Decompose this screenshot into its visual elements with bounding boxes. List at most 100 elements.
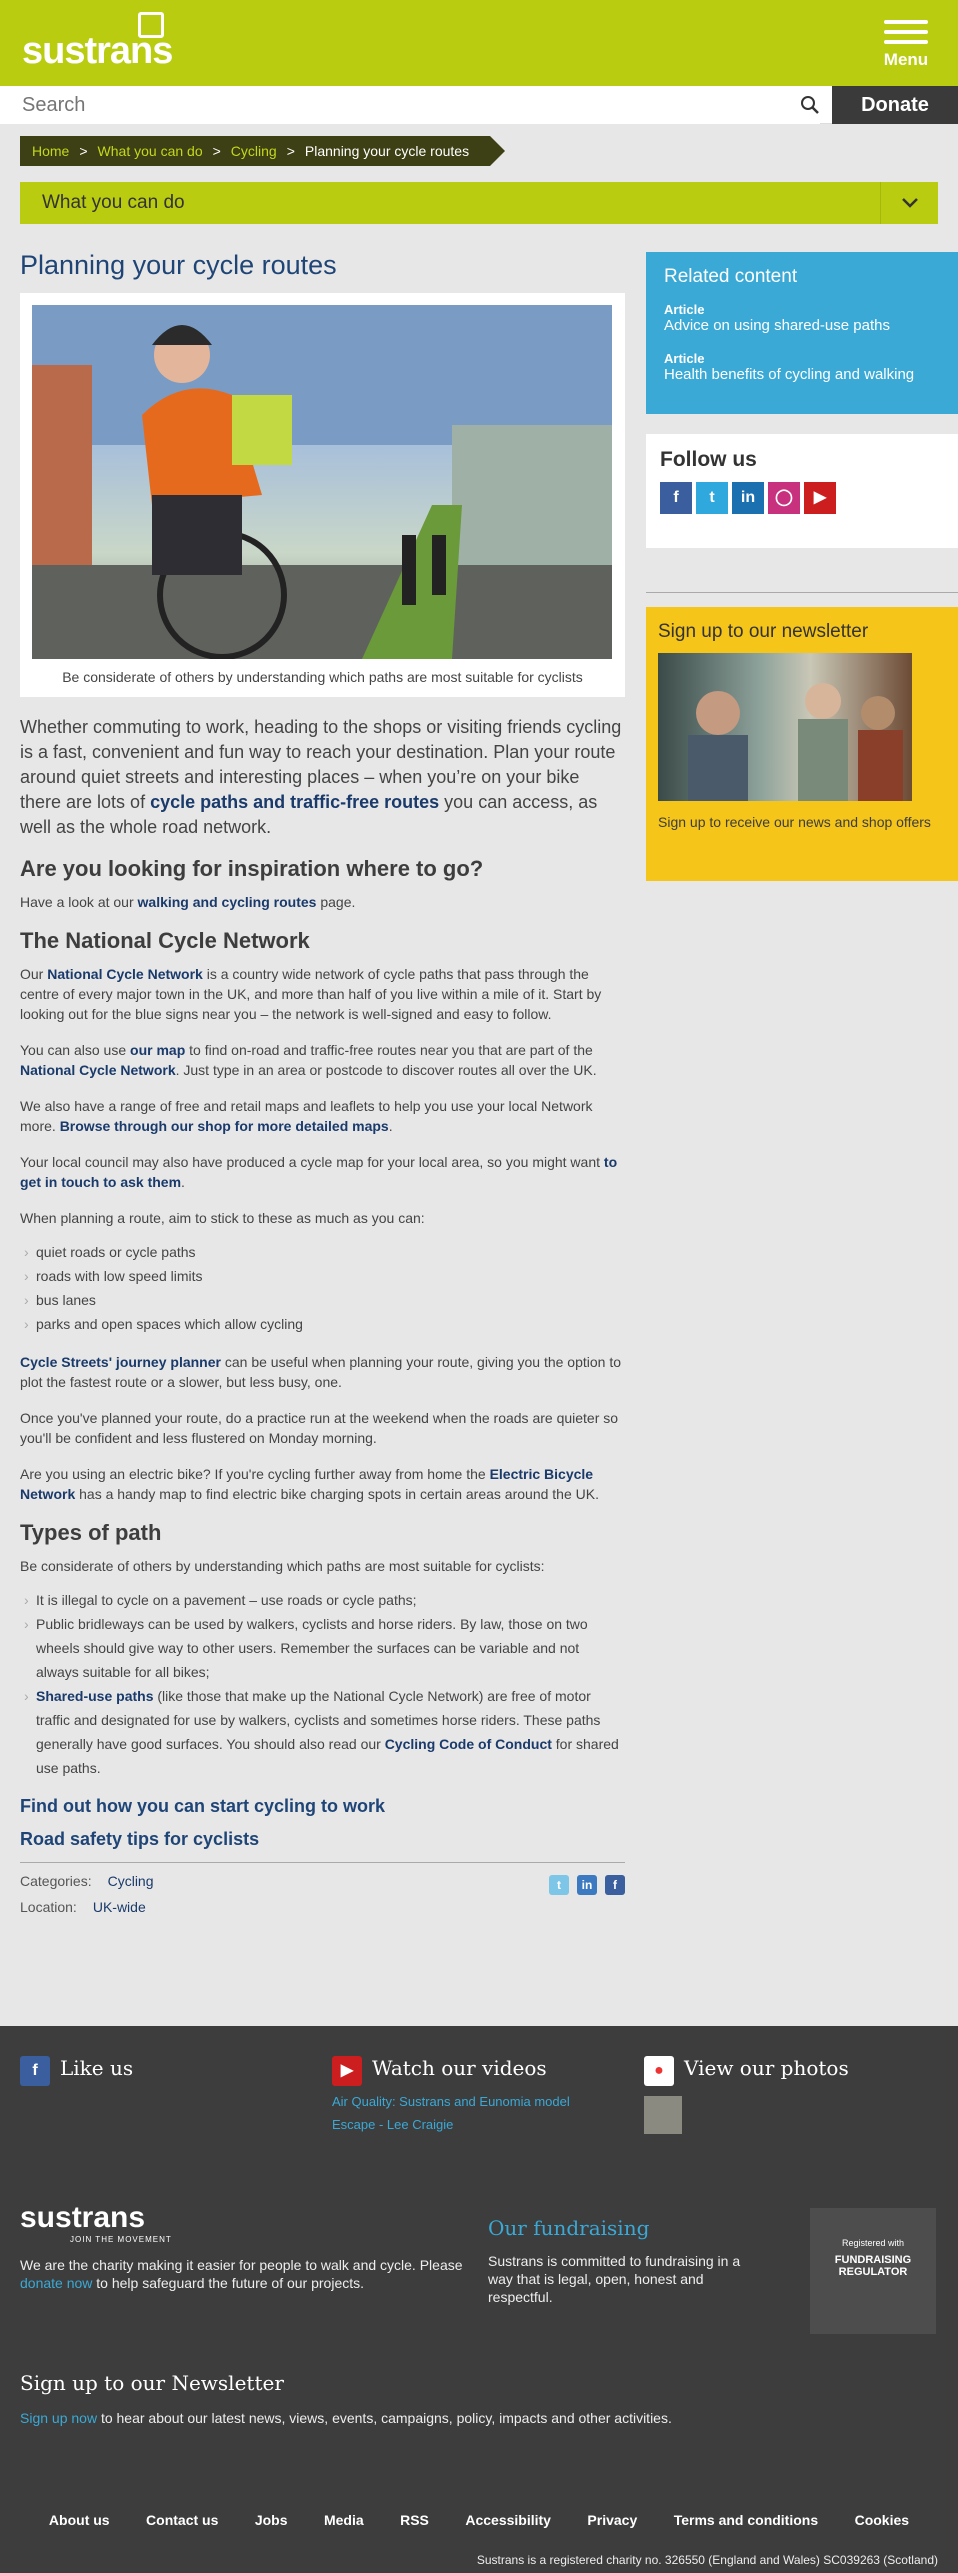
- related-item: Article Health benefits of cycling and w…: [664, 351, 940, 384]
- charity-text: We are the charity making it easier for …: [20, 2256, 490, 2292]
- facebook-icon[interactable]: f: [660, 482, 692, 514]
- footer-newsletter-title: Sign up to our Newsletter: [20, 2371, 284, 2395]
- cyclist-photo: [32, 305, 612, 659]
- menu-button[interactable]: Menu: [878, 20, 934, 70]
- text: . Just type in an area or postcode to di…: [175, 1062, 597, 1078]
- facebook-icon[interactable]: f: [20, 2056, 50, 2086]
- footer-like: f Like us: [20, 2056, 133, 2086]
- video-link[interactable]: Air Quality: Sustrans and Eunomia model: [332, 2094, 570, 2109]
- footer-tagline: JOIN THE MOVEMENT: [70, 2235, 172, 2244]
- location-label: Location:: [20, 1899, 77, 1915]
- national-cycle-network-link[interactable]: National Cycle Network: [47, 966, 203, 982]
- map-paragraph: You can also use our map to find on-road…: [20, 1040, 625, 1080]
- intro-paragraph: Whether commuting to work, heading to th…: [20, 715, 625, 840]
- text: .: [181, 1174, 185, 1190]
- photo-thumbnail[interactable]: [644, 2096, 682, 2134]
- sign-up-now-link[interactable]: Sign up now: [20, 2410, 97, 2426]
- footer-link-terms[interactable]: Terms and conditions: [674, 2512, 818, 2528]
- footer-about: sustrans JOIN THE MOVEMENT We are the ch…: [20, 2201, 490, 2308]
- video-link[interactable]: Escape - Lee Craigie: [332, 2117, 570, 2132]
- ncn-heading: The National Cycle Network: [20, 928, 310, 953]
- linkedin-icon[interactable]: in: [732, 482, 764, 514]
- cycle-paths-link[interactable]: cycle paths and traffic-free routes: [150, 792, 439, 812]
- fundraising-title: Our fundraising: [488, 2216, 650, 2240]
- text: We are the charity making it easier for …: [20, 2257, 463, 2273]
- facebook-share-icon[interactable]: f: [605, 1875, 625, 1895]
- text: has a handy map to find electric bike ch…: [75, 1486, 599, 1502]
- footer-link-about[interactable]: About us: [49, 2512, 110, 2528]
- text: You can also use: [20, 1042, 131, 1058]
- footer-link-cookies[interactable]: Cookies: [855, 2512, 909, 2528]
- road-safety-link[interactable]: Road safety tips for cyclists: [20, 1829, 625, 1850]
- text: Have a look at our: [20, 894, 138, 910]
- footer-link-accessibility[interactable]: Accessibility: [465, 2512, 551, 2528]
- breadcrumb-home[interactable]: Home: [32, 143, 69, 159]
- search-icon[interactable]: [800, 95, 820, 115]
- location-link[interactable]: UK-wide: [93, 1899, 146, 1915]
- walking-cycling-routes-link[interactable]: walking and cycling routes: [138, 894, 317, 910]
- twitter-share-icon[interactable]: t: [549, 1875, 569, 1895]
- route-tips-list: quiet roads or cycle paths roads with lo…: [20, 1240, 625, 1336]
- shared-use-paths-link[interactable]: Shared-use paths: [36, 1688, 153, 1704]
- list-item: bus lanes: [20, 1288, 625, 1312]
- menu-label: Menu: [883, 50, 929, 69]
- footer-logo[interactable]: sustrans: [20, 2201, 490, 2235]
- regulator-name: FUNDRAISING REGULATOR: [834, 2254, 912, 2278]
- donate-button[interactable]: Donate: [832, 86, 958, 124]
- chevron-down-icon[interactable]: [880, 182, 938, 224]
- text: Your local council may also have produce…: [20, 1154, 604, 1170]
- photos-title: View our photos: [684, 2056, 849, 2081]
- inspiration-heading: Are you looking for inspiration where to…: [20, 856, 484, 881]
- categories-label: Categories:: [20, 1873, 92, 1889]
- footer-link-jobs[interactable]: Jobs: [255, 2512, 288, 2528]
- donate-now-link[interactable]: donate now: [20, 2275, 92, 2291]
- category-link[interactable]: Cycling: [108, 1873, 154, 1889]
- related-link[interactable]: Advice on using shared-use paths: [664, 317, 890, 334]
- cycle-streets-link[interactable]: Cycle Streets' journey planner: [20, 1354, 221, 1370]
- instagram-icon[interactable]: ◯: [768, 482, 800, 514]
- footer-fundraising: Our fundraising Sustrans is committed to…: [488, 2216, 748, 2322]
- categories-row: Categories: Cycling: [20, 1873, 625, 1889]
- related-link[interactable]: Health benefits of cycling and walking: [664, 366, 914, 383]
- cycling-code-link[interactable]: Cycling Code of Conduct: [385, 1736, 552, 1752]
- twitter-icon[interactable]: t: [696, 482, 728, 514]
- breadcrumb-cycling[interactable]: Cycling: [231, 143, 277, 159]
- site-footer: f Like us ▶ Watch our videos Air Quality: …: [0, 2026, 958, 2573]
- shop-paragraph: We also have a range of free and retail …: [20, 1096, 625, 1136]
- sidebar-divider: [646, 592, 958, 593]
- share-buttons: t in f: [541, 1875, 625, 1895]
- list-item: Shared-use paths (like those that make u…: [20, 1684, 625, 1780]
- footer-newsletter: Sign up to our Newsletter Sign up now to…: [20, 2371, 938, 2443]
- list-item: parks and open spaces which allow cyclin…: [20, 1312, 625, 1336]
- cycling-to-work-link[interactable]: Find out how you can start cycling to wo…: [20, 1796, 625, 1817]
- related-item: Article Advice on using shared-use paths: [664, 302, 940, 335]
- flickr-icon[interactable]: ●: [644, 2056, 674, 2086]
- newsletter-signup-link[interactable]: Sign up to receive our news and shop off…: [658, 814, 931, 830]
- our-map-link[interactable]: our map: [130, 1042, 185, 1058]
- footer-link-rss[interactable]: RSS: [400, 2512, 429, 2528]
- search-input[interactable]: [0, 86, 820, 124]
- footer-link-privacy[interactable]: Privacy: [587, 2512, 637, 2528]
- breadcrumb-separator: >: [212, 143, 221, 159]
- footer-link-contact[interactable]: Contact us: [146, 2512, 218, 2528]
- national-cycle-network-link[interactable]: National Cycle Network: [20, 1062, 176, 1078]
- fundraising-regulator-badge[interactable]: Registered with FUNDRAISING REGULATOR: [810, 2208, 936, 2334]
- planning-paragraph: When planning a route, aim to stick to t…: [20, 1210, 425, 1226]
- breadcrumb-separator: >: [286, 143, 295, 159]
- youtube-icon[interactable]: ▶: [804, 482, 836, 514]
- youtube-icon[interactable]: ▶: [332, 2056, 362, 2086]
- shop-maps-link[interactable]: Browse through our shop for more detaile…: [60, 1118, 389, 1134]
- footer-link-media[interactable]: Media: [324, 2512, 364, 2528]
- footer-videos: ▶ Watch our videos Air Quality: Sustrans …: [332, 2056, 570, 2132]
- logo-arrow-icon: [138, 12, 164, 38]
- breadcrumb-what-you-can-do[interactable]: What you can do: [98, 143, 203, 159]
- related-title: Related content: [664, 266, 798, 287]
- like-title: Like us: [60, 2056, 134, 2081]
- newsletter-promo: Sign up to our newsletter Sign up to rec…: [646, 607, 958, 881]
- section-nav-dropdown[interactable]: What you can do: [20, 182, 938, 224]
- legal-text: Sustrans is a registered charity no. 326…: [476, 2553, 938, 2567]
- related-kind: Article: [664, 351, 705, 366]
- linkedin-share-icon[interactable]: in: [577, 1875, 597, 1895]
- article: Planning your cycle routes Be considerat…: [20, 250, 625, 1925]
- follow-title: Follow us: [660, 448, 757, 471]
